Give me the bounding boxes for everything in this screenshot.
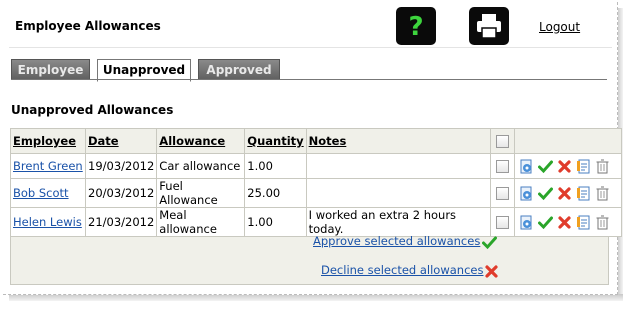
column-header-allowance[interactable]: Allowance bbox=[156, 128, 246, 154]
decline-x-icon[interactable] bbox=[557, 186, 572, 201]
row-actions bbox=[517, 186, 619, 201]
row-actions bbox=[517, 159, 619, 174]
row-actions bbox=[517, 215, 619, 230]
approve-check-icon[interactable] bbox=[482, 235, 497, 250]
frame-shadow-bottom bbox=[9, 294, 623, 301]
select-all-checkbox[interactable] bbox=[495, 135, 509, 148]
notes-cell bbox=[305, 178, 491, 208]
actions-header bbox=[513, 128, 622, 154]
notes-cell: I worked an extra 2 hours today. bbox=[305, 207, 491, 237]
row-checkbox[interactable] bbox=[495, 160, 509, 173]
table-row: Helen Lewis 21/03/2012 Meal allowance 1.… bbox=[10, 207, 622, 237]
table-header-row: Employee Date Allowance Quantity Notes bbox=[10, 128, 622, 154]
row-checkbox[interactable] bbox=[495, 216, 509, 229]
approve-check-icon[interactable] bbox=[537, 159, 553, 174]
help-button[interactable]: ? bbox=[396, 7, 436, 45]
print-button[interactable] bbox=[469, 7, 509, 45]
logout-link[interactable]: Logout bbox=[539, 20, 580, 34]
column-header-employee[interactable]: Employee bbox=[10, 128, 86, 154]
edit-icon[interactable] bbox=[519, 215, 534, 230]
table-row: Bob Scott 20/03/2012 Fuel Allowance 25.0… bbox=[10, 178, 622, 208]
header-divider bbox=[9, 47, 612, 48]
tab-approved[interactable]: Approved bbox=[198, 59, 280, 80]
row-checkbox[interactable] bbox=[495, 187, 509, 200]
delete-trash-icon[interactable] bbox=[595, 215, 610, 230]
notes-icon[interactable] bbox=[576, 186, 591, 201]
delete-trash-icon[interactable] bbox=[595, 186, 610, 201]
notes-icon[interactable] bbox=[576, 159, 591, 174]
approve-check-icon[interactable] bbox=[537, 186, 553, 201]
date-cell: 20/03/2012 bbox=[84, 178, 158, 208]
approve-selected-link[interactable]: Approve selected allowances bbox=[313, 234, 480, 248]
column-header-notes[interactable]: Notes bbox=[305, 128, 491, 154]
help-question-icon: ? bbox=[408, 12, 423, 41]
quantity-cell: 1.00 bbox=[244, 153, 307, 179]
column-header-quantity[interactable]: Quantity bbox=[244, 128, 307, 154]
svg-text:?: ? bbox=[408, 12, 423, 41]
decline-x-icon[interactable] bbox=[557, 215, 572, 230]
allowance-cell: Car allowance bbox=[156, 153, 246, 179]
quantity-cell: 1.00 bbox=[244, 207, 307, 237]
notes-icon[interactable] bbox=[576, 215, 591, 230]
table-row: Brent Green 19/03/2012 Car allowance 1.0… bbox=[10, 153, 622, 179]
page-title: Employee Allowances bbox=[15, 19, 161, 33]
decline-x-icon[interactable] bbox=[484, 264, 499, 279]
approve-check-icon[interactable] bbox=[537, 215, 553, 230]
notes-cell bbox=[305, 153, 491, 179]
date-cell: 21/03/2012 bbox=[84, 207, 158, 237]
delete-trash-icon[interactable] bbox=[595, 159, 610, 174]
tab-divider bbox=[11, 79, 607, 80]
edit-icon[interactable] bbox=[519, 186, 534, 201]
allowance-cell: Meal allowance bbox=[156, 207, 246, 237]
edit-icon[interactable] bbox=[519, 159, 534, 174]
quantity-cell: 25.00 bbox=[244, 178, 307, 208]
decline-selected-link[interactable]: Decline selected allowances bbox=[321, 263, 483, 277]
select-all-checkbox-cell bbox=[489, 128, 515, 154]
employee-link[interactable]: Helen Lewis bbox=[13, 215, 82, 229]
printer-icon bbox=[477, 14, 501, 39]
allowance-cell: Fuel Allowance bbox=[156, 178, 246, 208]
employee-link[interactable]: Brent Green bbox=[13, 159, 83, 173]
decline-x-icon[interactable] bbox=[557, 159, 572, 174]
date-cell: 19/03/2012 bbox=[84, 153, 158, 179]
column-header-date[interactable]: Date bbox=[84, 128, 158, 154]
tab-employee[interactable]: Employee bbox=[11, 59, 90, 80]
employee-link[interactable]: Bob Scott bbox=[13, 186, 69, 200]
allowances-table: Employee Date Allowance Quantity Notes B… bbox=[10, 128, 622, 237]
section-title: Unapproved Allowances bbox=[11, 103, 174, 117]
